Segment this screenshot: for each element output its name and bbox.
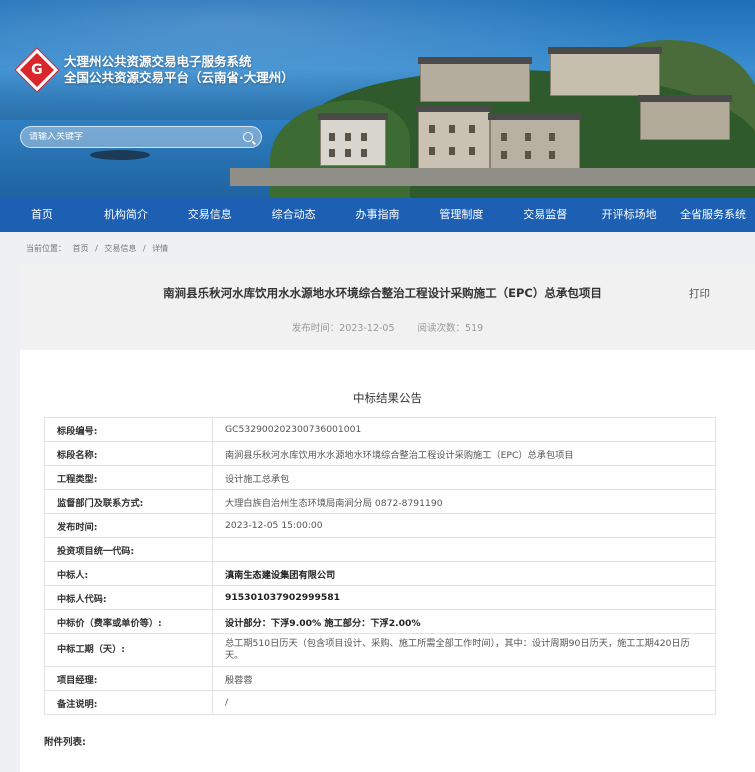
header-banner: G 大理州公共资源交易电子服务系统 全国公共资源交易平台（云南省·大理州） [0,0,755,198]
breadcrumb: 当前位置： 首页 / 交易信息 / 详情 [26,243,172,254]
publish-time: 发布时间：2023-12-05 [291,323,395,334]
main-nav: 首页 机构简介 交易信息 综合动态 办事指南 管理制度 交易监督 开评标场地 全… [0,198,755,232]
result-table: 标段编号: GC532900202300736001001 标段名称: 南涧县乐秋河… [44,417,716,715]
table-row: 中标人: 滇南生态建设集团有限公司 [44,561,716,586]
row-key: 中标工期（天）: [44,633,213,667]
table-row: 工程类型: 设计施工总承包 [44,465,716,490]
search-input[interactable] [29,132,243,142]
search-bar [20,126,262,148]
table-row: 中标价（费率或单价等）: 设计部分：下浮9.00% 施工部分：下浮2.00% [44,609,716,634]
article-meta: 发布时间：2023-12-05 阅读次数：519 [20,320,755,334]
row-value: 2023-12-05 15:00:00 [212,513,716,538]
row-value: 91530103790299958​1 [212,585,716,610]
table-row: 投资项目统一代码: [44,537,716,562]
row-value [212,537,716,562]
table-row: 备注说明: / [44,690,716,715]
table-row: 项目经理: 殷蓉蓉 [44,666,716,691]
search-icon[interactable] [243,132,253,142]
row-key: 监督部门及联系方式: [44,489,213,514]
attachments-label: 附件列表: [44,737,86,748]
row-key: 标段编号: [44,417,213,442]
table-row: 中标工期（天）: 总工期510日历天（包含项目设计、采购、施工所需全部工作时间），… [44,633,716,667]
building [638,95,732,140]
breadcrumb-home[interactable]: 首页 [73,244,89,253]
row-value: 大理白族自治州生态环境局南涧分局 0872-8791190 [212,489,716,514]
row-key: 中标人代码: [44,585,213,610]
nav-item-rules[interactable]: 管理制度 [419,198,503,232]
nav-item-venue[interactable]: 开评标场地 [587,198,671,232]
table-row: 标段编号: GC532900202300736001001 [44,417,716,442]
logo-icon: G [15,48,59,92]
building [488,113,582,170]
pier [230,168,755,186]
row-key: 标段名称: [44,441,213,466]
row-key: 项目经理: [44,666,213,691]
nav-item-supervision[interactable]: 交易监督 [503,198,587,232]
rocks [90,150,150,160]
building [416,105,492,170]
building [318,113,388,166]
article-title: 南涧县乐秋河水库饮用水水源地水环境综合整治工程设计采购施工（EPC）总承包项目 [163,286,602,300]
row-value: / [212,690,716,715]
row-key: 中标人: [44,561,213,586]
nav-item-trade-info[interactable]: 交易信息 [168,198,252,232]
row-value: 殷蓉蓉 [212,666,716,691]
row-value: GC532900202300736001001 [212,417,716,442]
row-value: 南涧县乐秋河水库饮用水水源地水环境综合整治工程设计采购施工（EPC）总承包项目 [212,441,716,466]
building [418,57,532,102]
notice-title: 中标结果公告 [353,391,422,405]
row-value: 总工期510日历天（包含项目设计、采购、施工所需全部工作时间），其中：设计周期9… [212,633,716,667]
row-value: 滇南生态建设集团有限公司 [212,561,716,586]
breadcrumb-trade-info[interactable]: 交易信息 [104,244,136,253]
breadcrumb-separator: / [142,244,146,253]
nav-item-province[interactable]: 全省服务系统 [671,198,755,232]
row-value: 设计施工总承包 [212,465,716,490]
table-row: 标段名称: 南涧县乐秋河水库饮用水水源地水环境综合整治工程设计采购施工（EPC）总… [44,441,716,466]
nav-item-about[interactable]: 机构简介 [84,198,168,232]
breadcrumb-prefix: 当前位置： [26,244,66,253]
site-title-line1: 大理州公共资源交易电子服务系统 [64,54,252,69]
table-row: 中标人代码: 91530103790299958​1 [44,585,716,610]
view-count: 阅读次数：519 [417,323,484,334]
table-row: 监督部门及联系方式: 大理白族自治州生态环境局南涧分局 0872-8791190 [44,489,716,514]
building [548,47,662,96]
table-row: 发布时间: 2023-12-05 15:00:00 [44,513,716,538]
row-key: 中标价（费率或单价等）: [44,609,213,634]
article-panel: 南涧县乐秋河水库饮用水水源地水环境综合整治工程设计采购施工（EPC）总承包项目 … [20,264,755,772]
breadcrumb-current: 详情 [152,244,169,253]
site-title: 大理州公共资源交易电子服务系统 全国公共资源交易平台（云南省·大理州） [64,54,294,86]
row-value: 设计部分：下浮9.00% 施工部分：下浮2.00% [212,609,716,634]
row-key: 发布时间: [44,513,213,538]
nav-item-news[interactable]: 综合动态 [252,198,336,232]
article-header: 南涧县乐秋河水库饮用水水源地水环境综合整治工程设计采购施工（EPC）总承包项目 … [20,264,755,350]
site-logo-group[interactable]: G 大理州公共资源交易电子服务系统 全国公共资源交易平台（云南省·大理州） [15,48,294,92]
row-key: 工程类型: [44,465,213,490]
nav-item-guide[interactable]: 办事指南 [336,198,420,232]
row-key: 备注说明: [44,690,213,715]
site-title-line2: 全国公共资源交易平台（云南省·大理州） [64,70,294,85]
row-key: 投资项目统一代码: [44,537,213,562]
breadcrumb-separator: / [95,244,98,253]
nav-item-home[interactable]: 首页 [0,198,84,232]
print-button[interactable]: 打印 [689,286,710,301]
